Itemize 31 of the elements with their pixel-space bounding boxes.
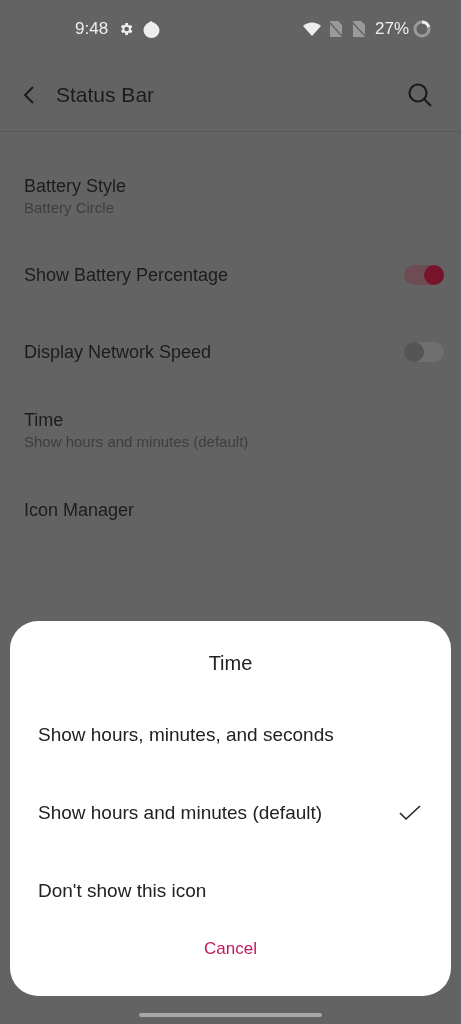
option-row[interactable]: Show hours, minutes, and seconds — [10, 696, 451, 774]
setting-title: Time — [24, 409, 65, 432]
setting-title: Show Battery Percentage — [24, 263, 230, 287]
search-icon — [407, 81, 433, 108]
page-title: Status Bar — [56, 81, 155, 108]
setting-title: Icon Manager — [24, 499, 136, 522]
no-sim-icon — [351, 21, 366, 37]
search-button[interactable] — [407, 81, 433, 108]
dialog-title: Time — [207, 651, 254, 675]
option-label: Show hours, minutes, and seconds — [38, 722, 335, 747]
settings-row[interactable]: Icon Manager — [0, 470, 461, 550]
wifi-icon — [302, 22, 321, 36]
back-icon — [22, 84, 36, 105]
no-sim-icon — [328, 21, 343, 37]
battery-circle-icon — [413, 20, 431, 38]
gear-icon — [118, 21, 135, 37]
settings-row[interactable]: Display Network Speed — [0, 313, 461, 390]
toggle-switch[interactable] — [404, 341, 444, 362]
cancel-button[interactable]: Cancel — [196, 936, 265, 962]
toggle-switch[interactable] — [404, 264, 444, 285]
settings-row[interactable]: Show Battery Percentage — [0, 236, 461, 313]
home-indicator[interactable] — [139, 1013, 322, 1017]
option-row[interactable]: Don't show this icon — [10, 852, 451, 930]
battery-percentage: 27% — [374, 18, 409, 41]
option-label: Don't show this icon — [38, 878, 208, 903]
clock: 9:48 — [75, 18, 109, 41]
option-label: Show hours and minutes (default) — [38, 800, 324, 825]
option-row[interactable]: Show hours and minutes (default) — [10, 774, 451, 852]
setting-title: Battery Style — [24, 175, 128, 198]
blob-icon — [143, 20, 161, 38]
setting-title: Display Network Speed — [24, 340, 213, 364]
